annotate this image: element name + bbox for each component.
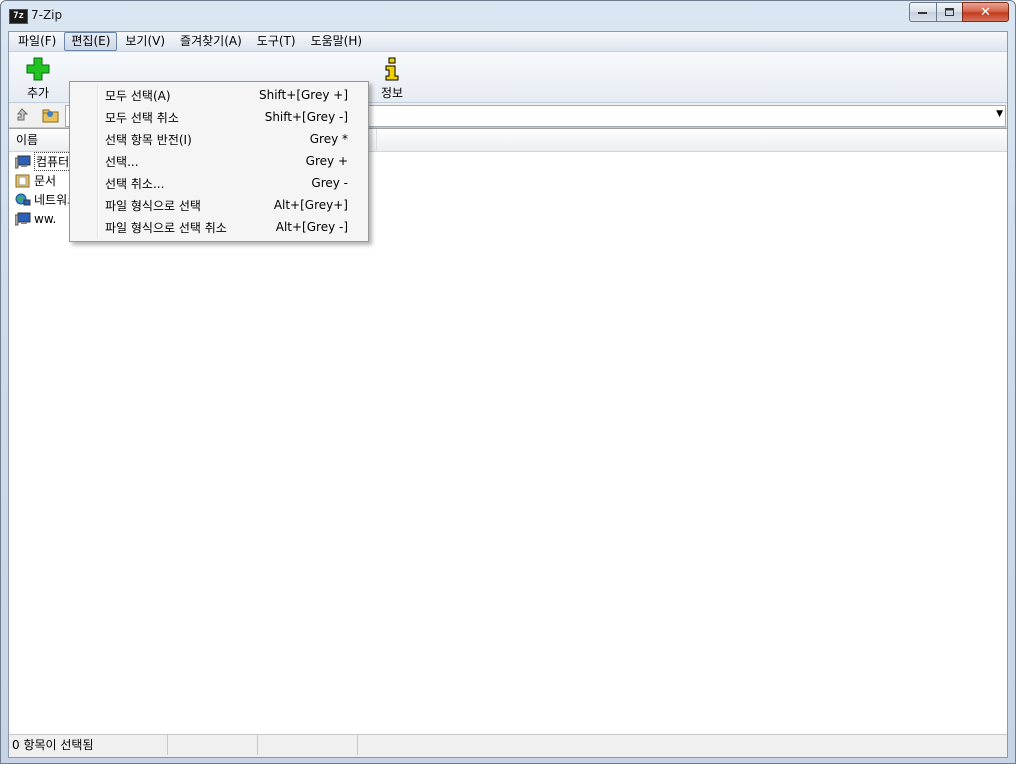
close-icon: ✕ [980,4,991,20]
close-button[interactable]: ✕ [962,2,1009,22]
title-bar[interactable]: 7z 7-Zip ✕ [1,1,1015,31]
menu-item-select-all[interactable]: 모두 선택(A) Shift+[Grey +] [72,84,366,106]
up-arrow-icon [16,108,29,121]
menu-item-shortcut: Shift+[Grey -] [264,110,348,124]
up-folder-button[interactable] [12,106,30,124]
menu-item-select-by-type[interactable]: 파일 형식으로 선택 Alt+[Grey+] [72,194,366,216]
menu-item-shortcut: Grey + [305,154,348,168]
menu-help[interactable]: 도움말(H) [304,32,370,51]
chevron-down-icon[interactable]: ▼ [996,109,1003,119]
status-cell-packed [258,735,358,755]
info-button[interactable]: 정보 [368,56,416,101]
menu-favorites[interactable]: 즐겨찾기(A) [173,32,249,51]
add-button-label: 추가 [26,86,50,100]
status-bar: 0 항목이 선택됨 [9,734,1007,757]
menu-bar: 파일(F) 편집(E) 보기(V) 즐겨찾기(A) 도구(T) 도움말(H) [9,32,1007,52]
documents-folder-icon [14,173,32,189]
minimize-button[interactable] [909,2,936,22]
client-area: 파일(F) 편집(E) 보기(V) 즐겨찾기(A) 도구(T) 도움말(H) 추… [8,31,1008,758]
menu-item-label: 모두 선택 취소 [105,110,179,125]
status-cell-size [168,735,258,755]
menu-tools[interactable]: 도구(T) [250,32,303,51]
network-icon [14,192,32,208]
info-button-label: 정보 [380,86,404,100]
menu-item-select[interactable]: 선택... Grey + [72,150,366,172]
menu-item-deselect[interactable]: 선택 취소... Grey - [72,172,366,194]
maximize-icon [944,7,954,16]
menu-edit[interactable]: 편집(E) [64,32,118,51]
menu-item-shortcut: Grey * [309,132,348,146]
menu-view[interactable]: 보기(V) [118,32,172,51]
menu-item-label: 파일 형식으로 선택 취소 [105,220,227,235]
menu-item-label: 선택 항목 반전(I) [105,132,192,147]
folder-history-button[interactable] [41,106,61,124]
folder-icon [42,109,59,123]
minimize-icon [918,12,927,14]
menu-item-shortcut: Shift+[Grey +] [258,88,348,102]
menu-file[interactable]: 파일(F) [11,32,63,51]
computer-icon [14,211,32,227]
menu-item-label: 선택 취소... [105,176,165,191]
list-item-label: 문서 [34,174,57,188]
menu-item-shortcut: Grey - [311,176,348,190]
app-window: 7z 7-Zip ✕ 파일(F) 편집(E) 보기(V) 즐겨찾기(A) 도구(… [0,0,1016,764]
edit-menu-dropdown: 모두 선택(A) Shift+[Grey +] 모두 선택 취소 Shift+[… [69,81,369,242]
caption-buttons: ✕ [909,2,1009,22]
list-item-label: 컴퓨터 [34,152,72,171]
7zip-app-icon[interactable]: 7z [9,9,28,24]
add-button[interactable]: 추가 [14,56,62,101]
status-selected-count: 0 항목이 선택됨 [9,735,168,755]
menu-item-invert-selection[interactable]: 선택 항목 반전(I) Grey * [72,128,366,150]
maximize-button[interactable] [936,2,962,22]
list-item-label: ww. [34,211,57,226]
menu-item-label: 선택... [105,154,139,169]
menu-item-label: 파일 형식으로 선택 [105,198,201,213]
window-title: 7-Zip [31,8,63,22]
menu-item-shortcut: Alt+[Grey+] [273,198,348,212]
plus-icon [26,57,50,81]
computer-icon [14,154,32,170]
menu-item-shortcut: Alt+[Grey -] [275,220,348,234]
menu-item-label: 모두 선택(A) [105,88,171,103]
info-icon [385,57,399,81]
menu-item-deselect-by-type[interactable]: 파일 형식으로 선택 취소 Alt+[Grey -] [72,216,366,238]
menu-item-deselect-all[interactable]: 모두 선택 취소 Shift+[Grey -] [72,106,366,128]
status-cell-info [358,735,1007,755]
